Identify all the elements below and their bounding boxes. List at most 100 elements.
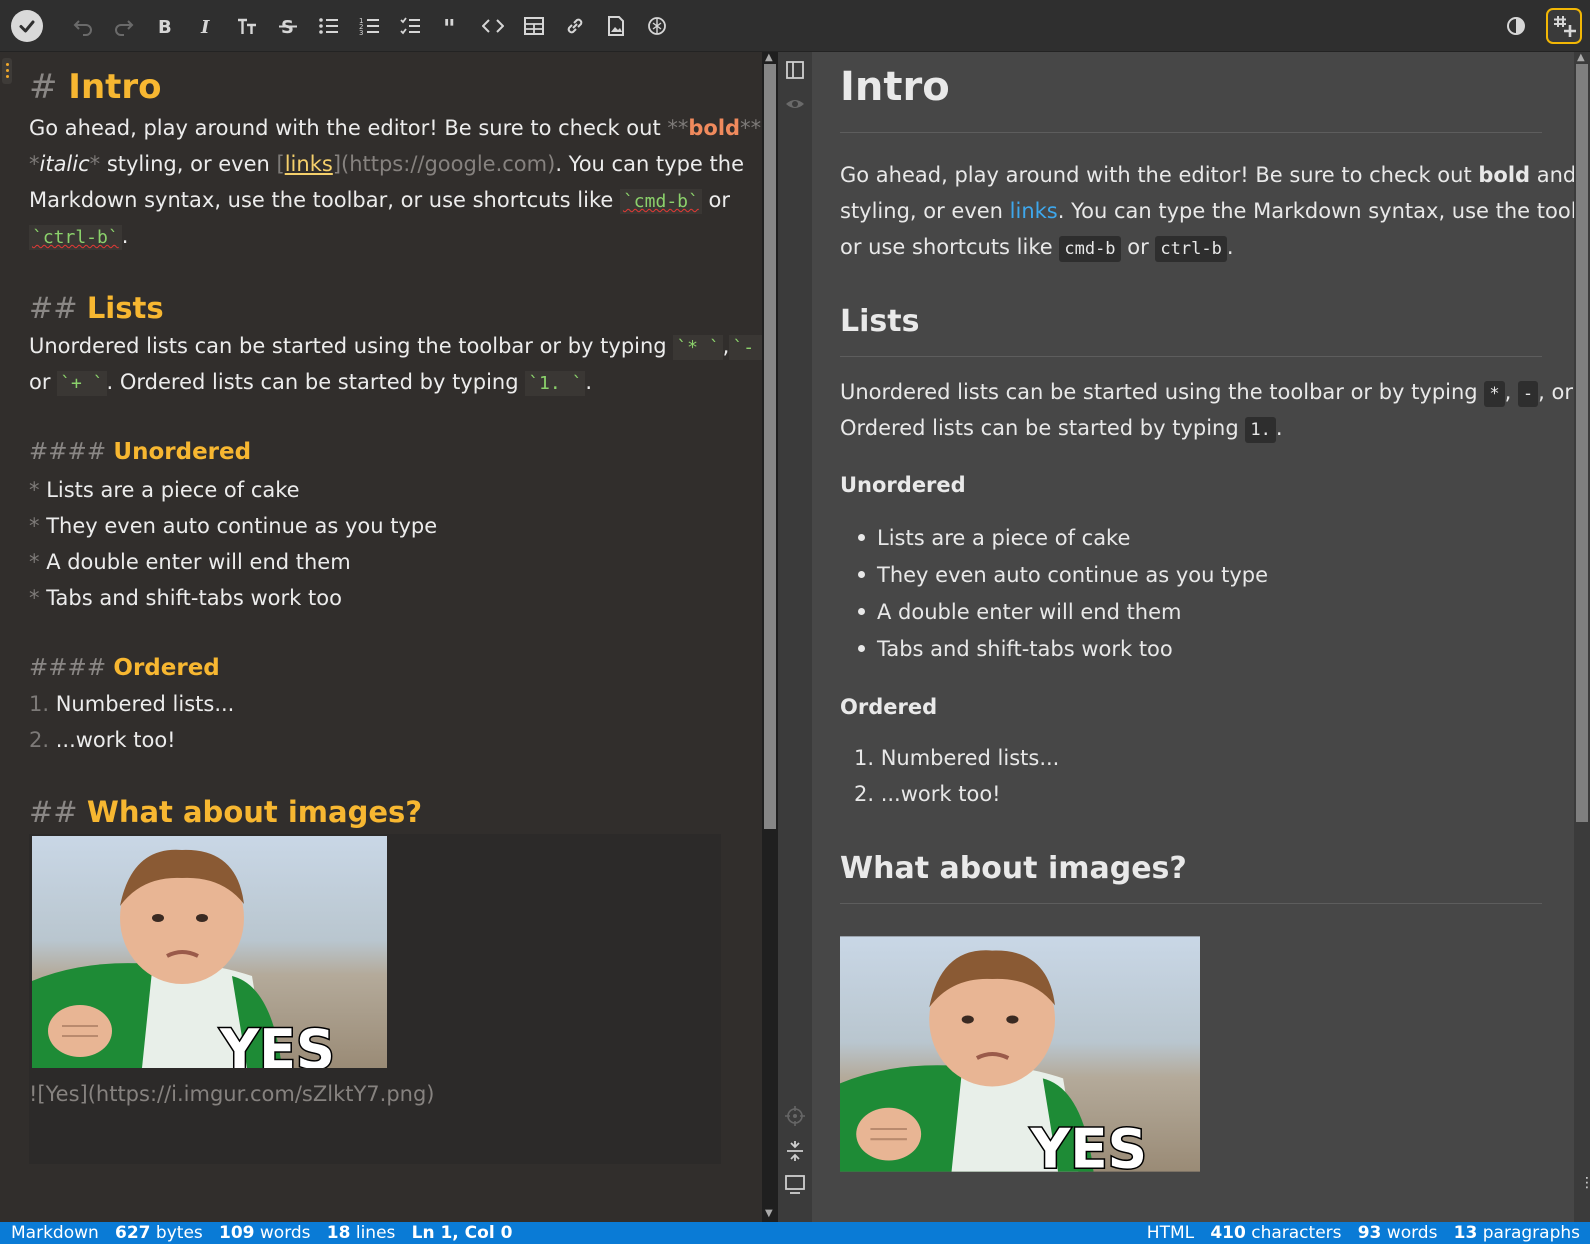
editor-h1: # Intro — [29, 65, 162, 113]
editor-line: Unordered lists can be started using the… — [29, 328, 762, 366]
scrollbar-thumb[interactable] — [1576, 64, 1588, 822]
quote-icon[interactable]: " — [436, 10, 468, 42]
editor-list-item: * They even auto continue as you type — [29, 508, 437, 544]
text: and — [1536, 163, 1574, 187]
scroll-up-icon[interactable]: ▲ — [765, 52, 773, 63]
list-text: ...work too! — [55, 728, 176, 752]
h2-text: Lists — [86, 291, 164, 325]
scroll-up-icon[interactable]: ▲ — [1577, 52, 1585, 63]
h1-marker: # — [29, 67, 69, 107]
editor-h4-unordered: #### Unordered — [29, 434, 251, 470]
fold-marker[interactable] — [2, 58, 12, 84]
bold-word: bold — [688, 116, 741, 140]
meme-caption: YES — [1030, 1117, 1147, 1172]
split-view-icon[interactable] — [783, 58, 807, 82]
bold-text: bold — [1478, 163, 1531, 187]
list-marker: * — [29, 478, 47, 502]
preview-paragraph-line: or use shortcuts like cmd-b or ctrl-b. — [840, 229, 1542, 267]
text: Go ahead, play around with the editor! B… — [840, 163, 1479, 187]
success-kid-image[interactable]: YES — [32, 836, 387, 1068]
heading-rule — [840, 132, 1542, 133]
redo-icon[interactable] — [108, 10, 140, 42]
text: styling, or even — [840, 199, 1010, 223]
bullet-icon — [858, 644, 865, 652]
paragraphs-count: 13 — [1453, 1223, 1478, 1243]
list-text: A double enter will end them — [877, 600, 1182, 624]
editor-ordered-item: 2. ...work too! — [29, 722, 176, 758]
html-preview: Intro Go ahead, play around with the edi… — [812, 52, 1574, 1222]
link-text[interactable]: links — [285, 152, 333, 176]
scrollbar-thumb[interactable] — [764, 64, 776, 829]
check-icon[interactable] — [11, 10, 43, 42]
text: or — [1120, 235, 1156, 259]
undo-icon[interactable] — [67, 10, 99, 42]
preview-scrollbar[interactable]: ▲ ⋮ — [1574, 52, 1590, 1222]
markdown-editor[interactable]: # Intro Go ahead, play around with the e… — [0, 52, 762, 1222]
toolbar: B I S 123 " — [0, 0, 1590, 52]
editor-list-item: * Lists are a piece of cake — [29, 472, 300, 508]
text: or — [29, 370, 58, 394]
link-icon[interactable] — [559, 10, 591, 42]
italic-icon[interactable]: I — [190, 10, 222, 42]
list-text: Lists are a piece of cake — [46, 478, 300, 502]
text: or use shortcuts like — [840, 235, 1060, 259]
preview-list-item: Lists are a piece of cake — [858, 520, 1130, 557]
plugin-icon[interactable] — [1546, 8, 1582, 44]
text: styling, or even — [100, 152, 277, 176]
collapse-icon[interactable] — [783, 1139, 807, 1163]
bullet-list-icon[interactable] — [313, 10, 345, 42]
sync-scroll-icon[interactable] — [783, 1104, 807, 1128]
theme-toggle-icon[interactable] — [1500, 10, 1532, 42]
lines-label: lines — [355, 1223, 396, 1243]
drag-handle-icon[interactable]: ⋮ — [1580, 1176, 1590, 1190]
list-text: Numbered lists... — [55, 692, 235, 716]
preview-link[interactable]: links — [1010, 199, 1058, 223]
preview-paragraph-line: Unordered lists can be started using the… — [840, 374, 1573, 412]
italic-marker: * — [29, 152, 40, 176]
text: . — [1226, 235, 1234, 259]
preview-eye-icon[interactable] — [783, 92, 807, 116]
code-icon[interactable] — [477, 10, 509, 42]
words-label: words — [1386, 1223, 1438, 1243]
preview-paragraph-line: styling, or even links. You can type the… — [840, 193, 1574, 229]
scroll-down-icon[interactable]: ▼ — [765, 1208, 773, 1219]
editor-scrollbar[interactable]: ▲ ▼ — [762, 52, 778, 1222]
view-rail — [778, 52, 812, 1222]
preview-h2: Lists — [840, 304, 920, 339]
h4-text: Ordered — [113, 655, 220, 681]
svg-text:3: 3 — [359, 29, 363, 37]
mode-label: HTML — [1146, 1223, 1195, 1243]
mode-label: Markdown — [11, 1223, 99, 1243]
text: , — [1504, 380, 1518, 404]
link-bracket: [ — [276, 152, 285, 176]
task-list-icon[interactable] — [395, 10, 427, 42]
table-icon[interactable] — [518, 10, 550, 42]
chars-label: characters — [1251, 1223, 1342, 1243]
image-icon[interactable] — [600, 10, 632, 42]
chatgpt-icon[interactable] — [641, 10, 673, 42]
editor-line: `ctrl-b`. — [29, 218, 128, 256]
editor-list-item: * A double enter will end them — [29, 544, 351, 580]
heading-icon[interactable] — [231, 10, 263, 42]
numbered-list-icon[interactable]: 123 — [354, 10, 386, 42]
list-text: Lists are a piece of cake — [877, 526, 1131, 550]
preview-list-item: A double enter will end them — [858, 594, 1182, 631]
preview-paragraph-line: Go ahead, play around with the editor! B… — [840, 157, 1574, 193]
inline-code: `cmd-b` — [619, 189, 702, 214]
link-url: ](https://google.com) — [332, 152, 556, 176]
inline-code: `ctrl-b` — [29, 225, 122, 250]
preview-h4: Ordered — [840, 695, 938, 719]
h4-text: Unordered — [113, 439, 252, 465]
strikethrough-icon[interactable]: S — [272, 10, 304, 42]
text: . You can type the Markdown syntax, use … — [1057, 199, 1574, 223]
bold-icon[interactable]: B — [149, 10, 181, 42]
text: , or — [1538, 380, 1574, 404]
bold-marker: ** — [740, 116, 762, 140]
editor-line: Go ahead, play around with the editor! B… — [29, 110, 762, 146]
editor-h4-ordered: #### Ordered — [29, 650, 220, 686]
screen-icon[interactable] — [783, 1172, 807, 1196]
preview-ordered-item: 2. ...work too! — [854, 782, 1001, 806]
text: . — [121, 224, 129, 248]
text: or — [701, 188, 731, 212]
preview-list-item: Tabs and shift-tabs work too — [858, 631, 1173, 668]
